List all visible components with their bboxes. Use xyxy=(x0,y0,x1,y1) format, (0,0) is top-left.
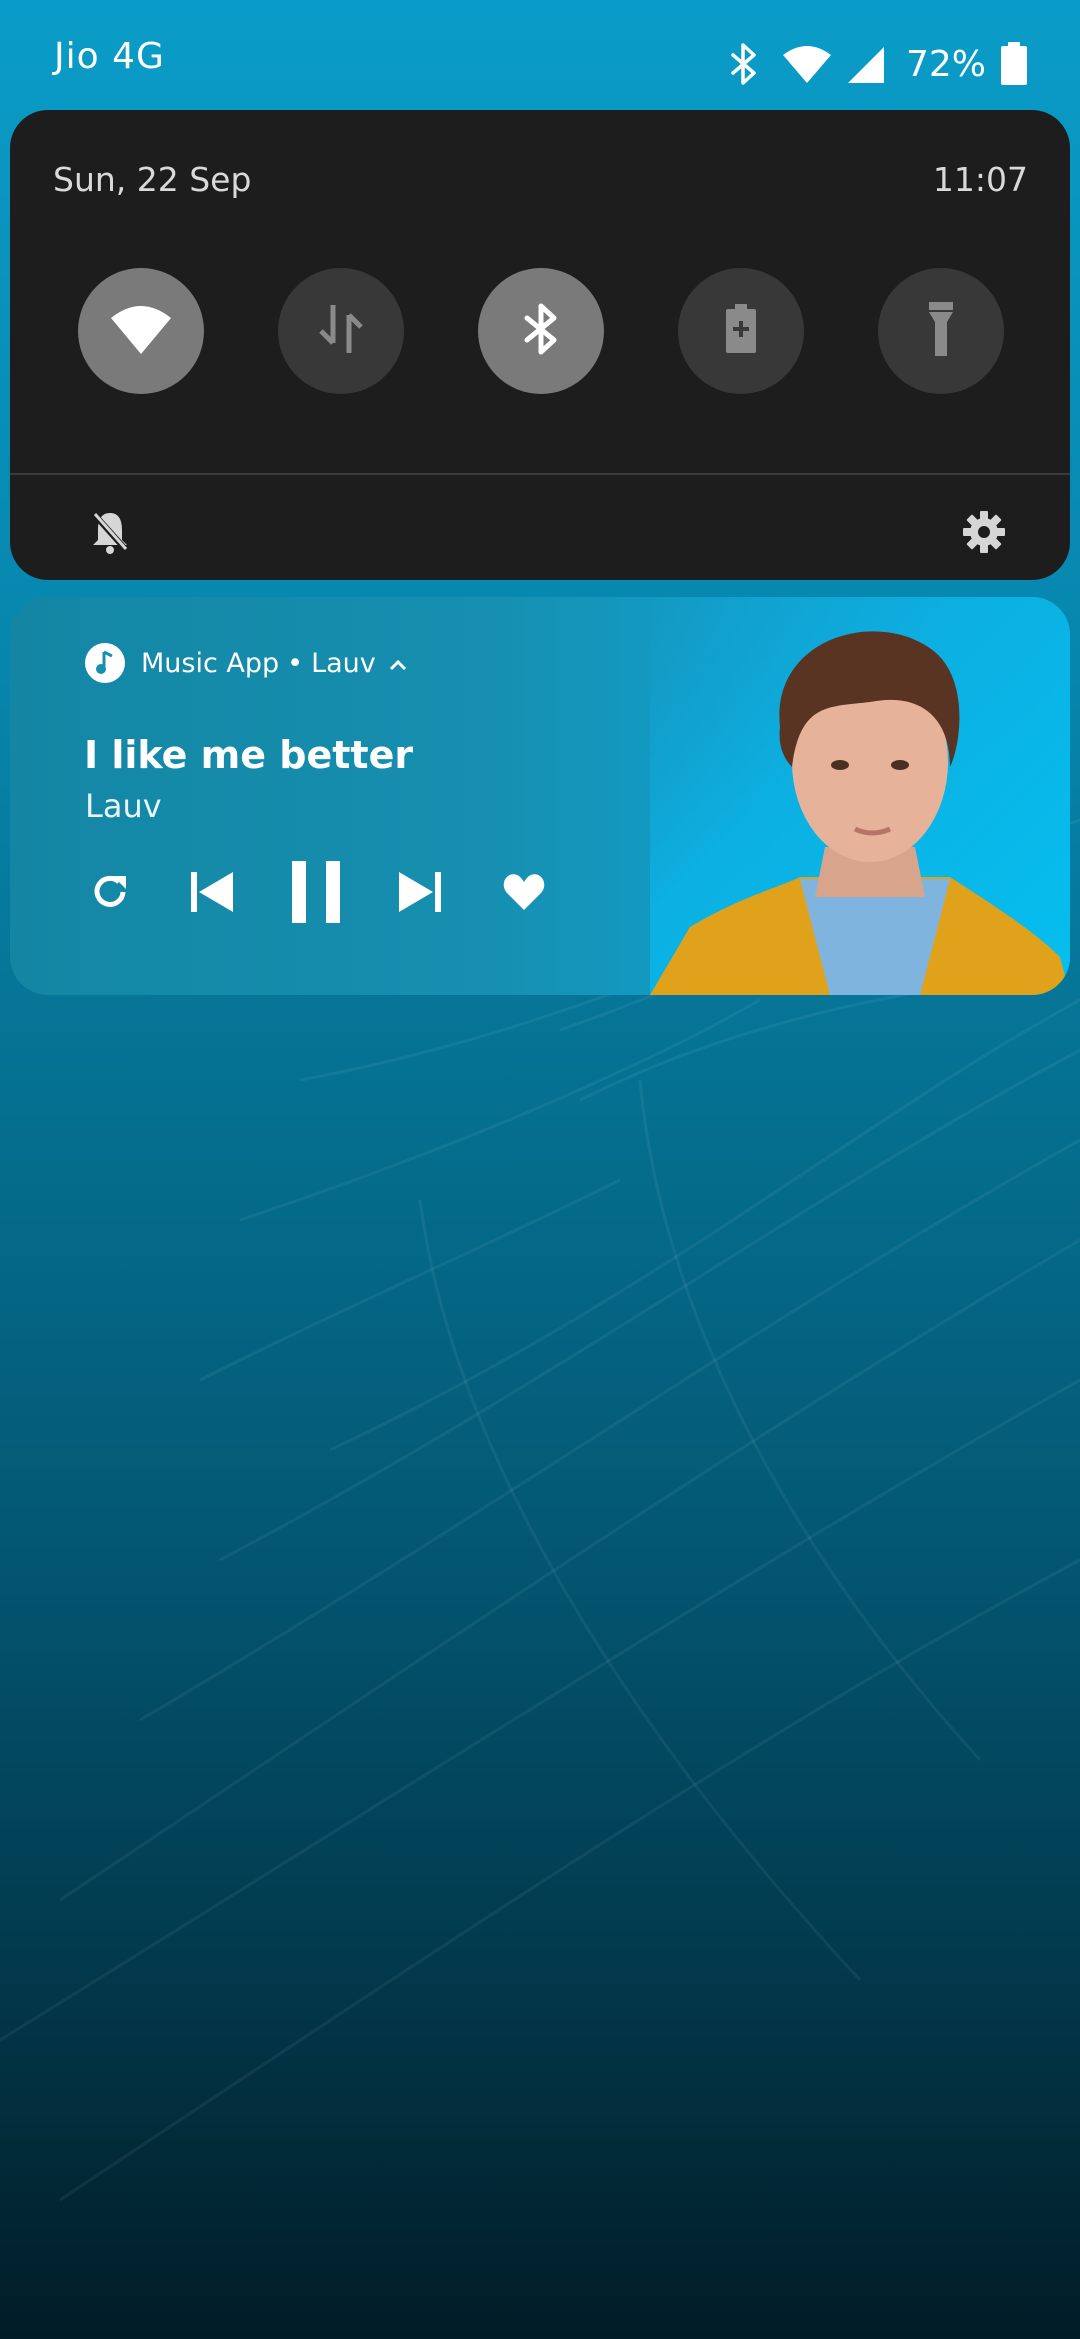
bluetooth-icon xyxy=(523,303,559,359)
skip-previous-icon xyxy=(189,870,235,918)
heart-icon xyxy=(502,872,546,916)
next-button[interactable] xyxy=(380,859,460,929)
wifi-icon xyxy=(110,304,172,358)
status-bar: Jio 4G 72% xyxy=(0,0,1080,110)
status-icons: 72% xyxy=(730,38,1028,90)
wifi-icon xyxy=(782,45,832,83)
carrier-label: Jio 4G xyxy=(54,36,165,77)
like-button[interactable] xyxy=(484,859,564,929)
quick-settings-panel: Sun, 22 Sep 11:07 xyxy=(10,110,1070,580)
bluetooth-icon xyxy=(730,43,758,85)
song-title: I like me better xyxy=(84,733,414,777)
cell-signal-icon xyxy=(846,45,886,83)
previous-button[interactable] xyxy=(172,859,252,929)
media-controls xyxy=(70,859,564,929)
tile-battery-saver[interactable] xyxy=(678,268,804,394)
battery-saver-icon xyxy=(725,304,757,358)
music-note-icon xyxy=(85,643,125,683)
bell-off-icon xyxy=(90,510,130,558)
skip-next-icon xyxy=(397,870,443,918)
data-arrows-icon xyxy=(317,303,365,359)
app-name: Music App xyxy=(141,647,280,679)
chevron-up-icon[interactable] xyxy=(388,648,408,679)
song-artist: Lauv xyxy=(85,787,162,825)
divider xyxy=(10,473,1070,475)
header-artist: Lauv xyxy=(311,647,376,679)
tile-mobile-data[interactable] xyxy=(278,268,404,394)
gear-icon xyxy=(962,510,1006,558)
settings-button[interactable] xyxy=(956,506,1012,562)
repeat-icon xyxy=(89,871,131,917)
date-label: Sun, 22 Sep xyxy=(53,160,252,199)
header-separator: • xyxy=(287,647,304,679)
tile-wifi[interactable] xyxy=(78,268,204,394)
album-art xyxy=(650,597,1070,995)
battery-percentage: 72% xyxy=(905,43,986,85)
pause-button[interactable] xyxy=(276,859,356,929)
tile-bluetooth[interactable] xyxy=(478,268,604,394)
media-header: Music App • Lauv xyxy=(85,643,408,683)
tile-flashlight[interactable] xyxy=(878,268,1004,394)
pause-icon xyxy=(290,861,342,927)
repeat-button[interactable] xyxy=(70,859,150,929)
flashlight-icon xyxy=(927,302,955,360)
clock-label: 11:07 xyxy=(932,160,1028,199)
do-not-disturb-button[interactable] xyxy=(82,506,138,562)
battery-icon xyxy=(1000,42,1028,86)
media-notification[interactable]: Music App • Lauv I like me better Lauv xyxy=(10,597,1070,995)
